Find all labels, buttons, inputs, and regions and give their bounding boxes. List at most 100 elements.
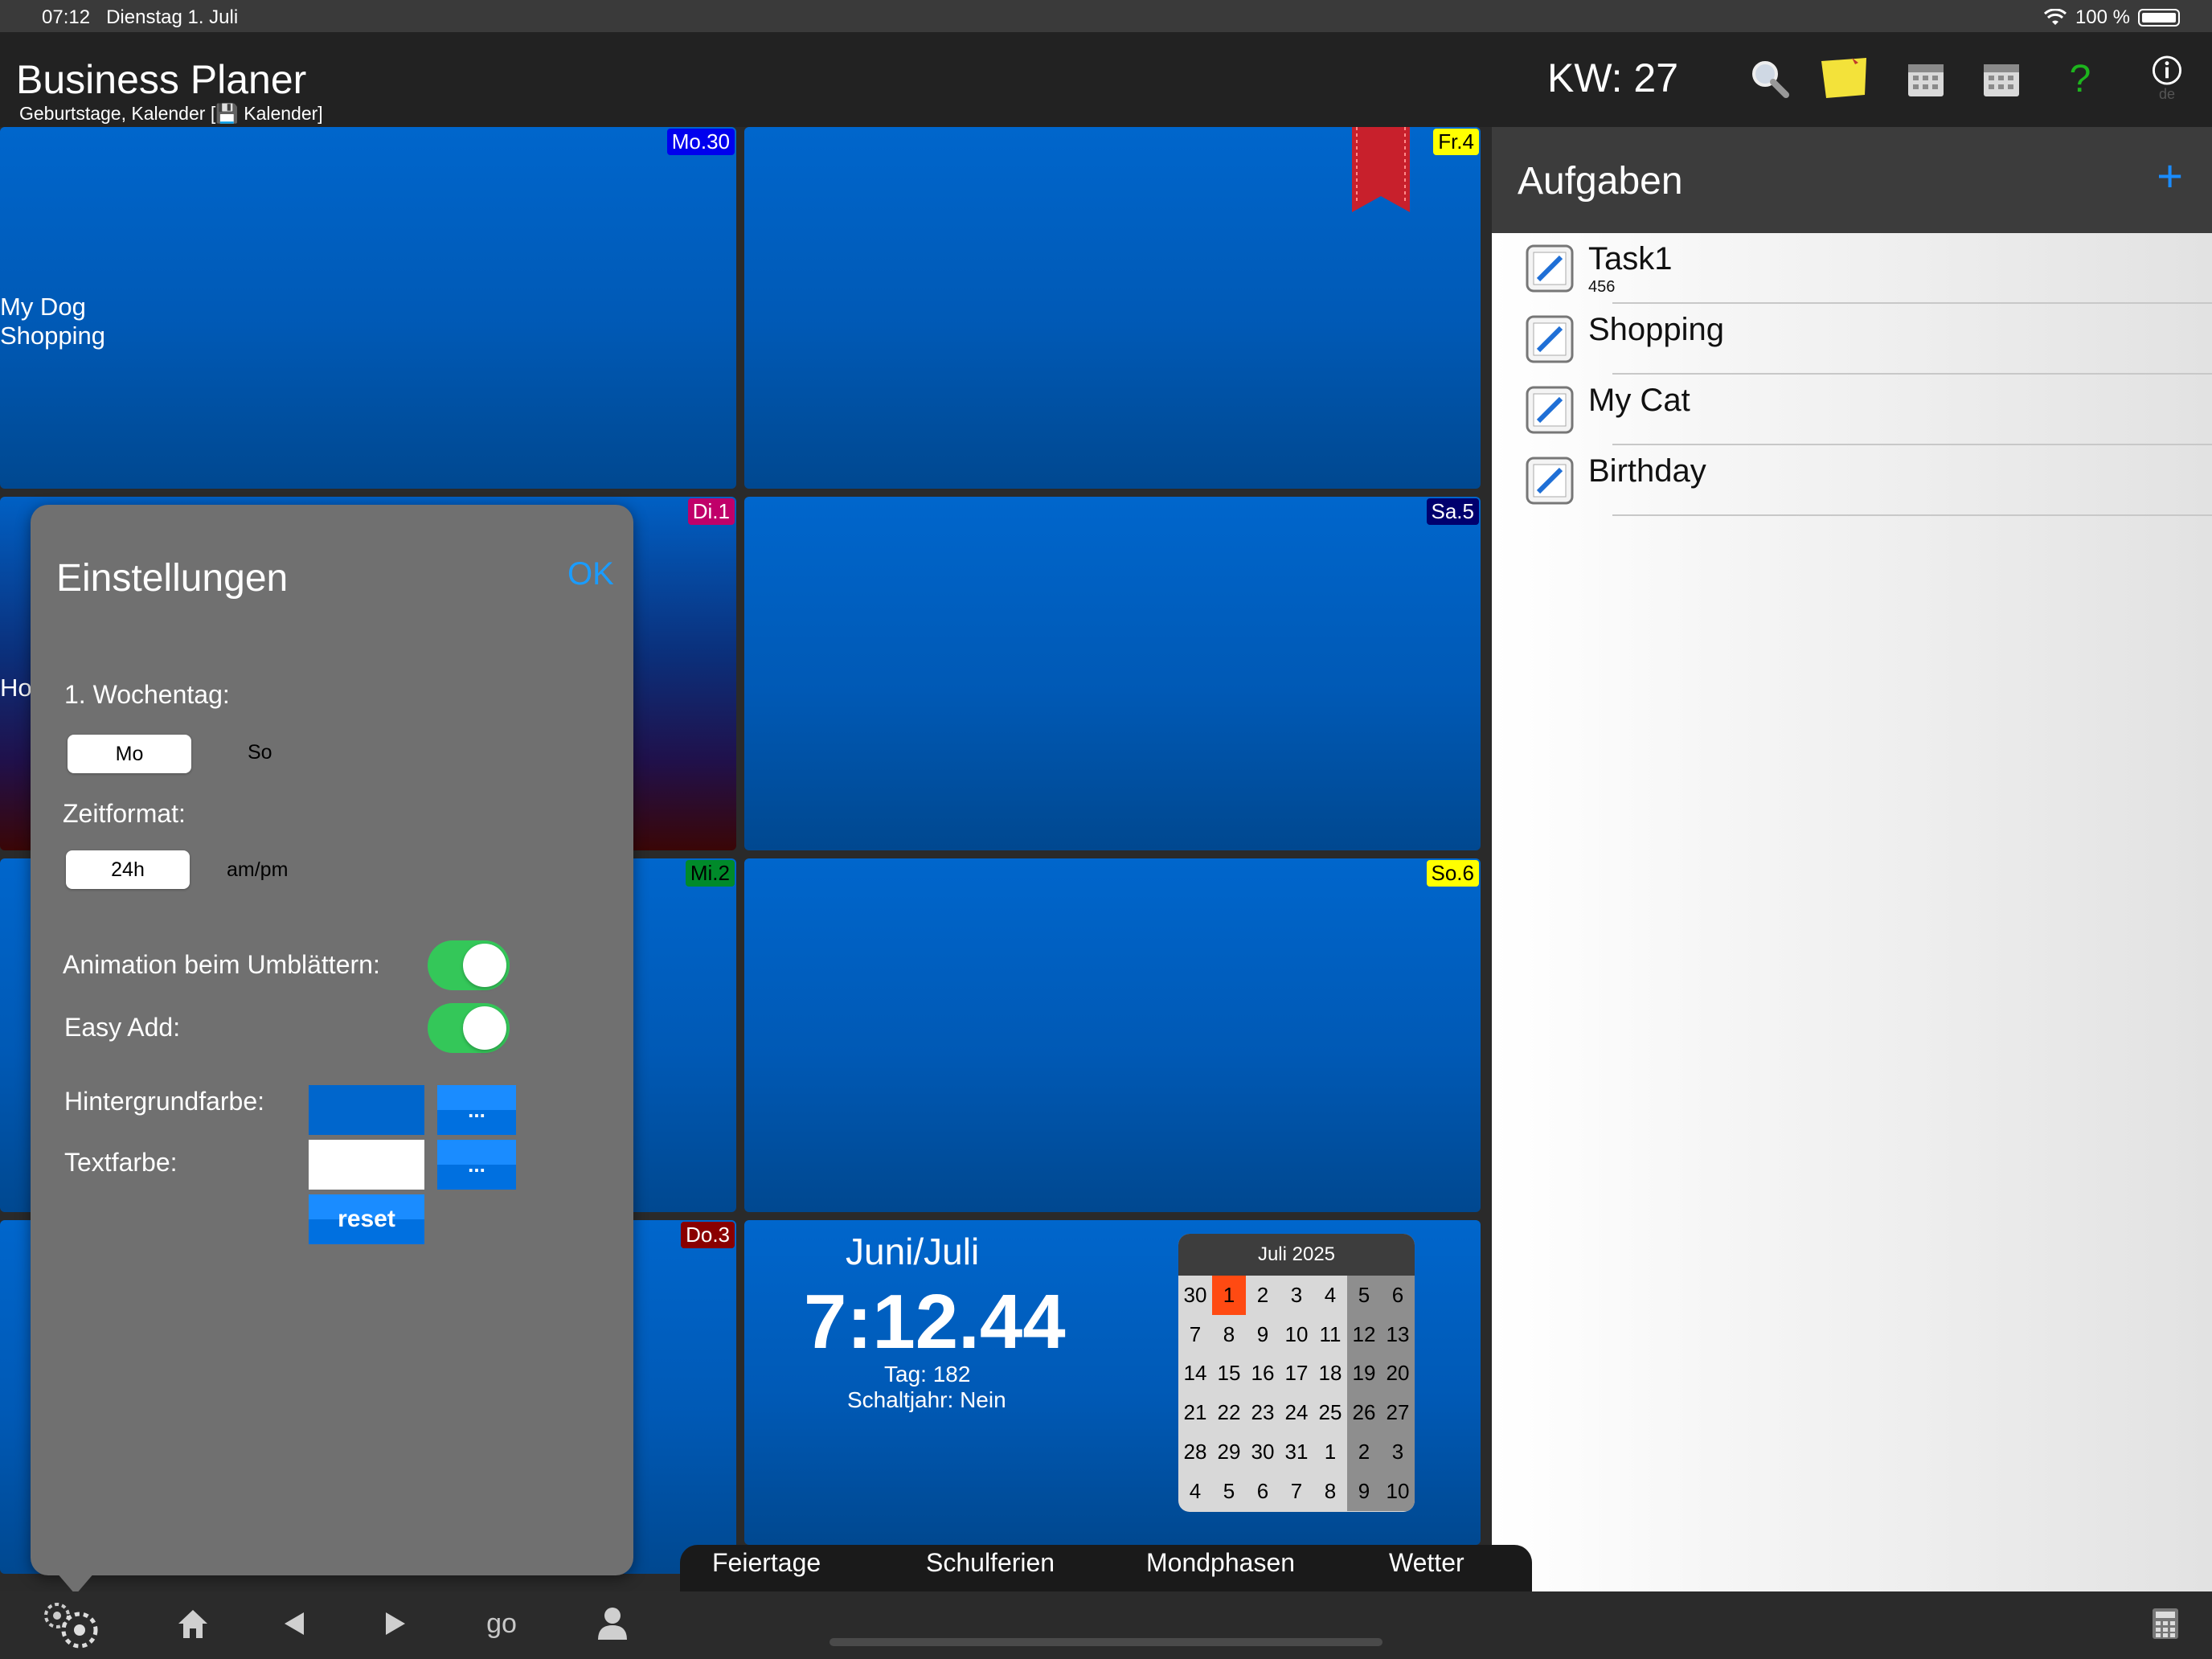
- day-tile-friday[interactable]: Fr.4: [744, 127, 1481, 489]
- mini-calendar-day[interactable]: 22: [1212, 1393, 1246, 1432]
- easy-add-label: Easy Add:: [64, 1013, 181, 1042]
- mini-calendar-day[interactable]: 10: [1381, 1471, 1415, 1511]
- day-tile-saturday[interactable]: Sa.5: [744, 497, 1481, 850]
- mini-calendar-day[interactable]: 18: [1313, 1354, 1347, 1394]
- mini-calendar-day[interactable]: 7: [1178, 1315, 1212, 1354]
- toggle-knob: [463, 944, 506, 987]
- mini-calendar-day[interactable]: 6: [1381, 1276, 1415, 1315]
- mini-calendar-day[interactable]: 27: [1381, 1393, 1415, 1433]
- add-task-button[interactable]: +: [2157, 150, 2183, 202]
- event-item[interactable]: Shopping: [0, 322, 105, 350]
- day-label: Di.1: [687, 498, 735, 525]
- task-item[interactable]: Birthday: [1492, 445, 2212, 516]
- mini-calendar-day[interactable]: 5: [1212, 1472, 1246, 1511]
- settings-popover: Einstellungen OK 1. Wochentag: Mo So Zei…: [31, 505, 633, 1575]
- mini-calendar-day[interactable]: 10: [1280, 1315, 1313, 1354]
- mini-calendar-day[interactable]: 29: [1212, 1432, 1246, 1472]
- task-item[interactable]: Shopping: [1492, 304, 2212, 375]
- task-item[interactable]: My Cat: [1492, 375, 2212, 445]
- mini-calendar-day[interactable]: 3: [1381, 1432, 1415, 1472]
- mini-calendar-day[interactable]: 20: [1381, 1354, 1415, 1394]
- mini-calendar-day[interactable]: 28: [1178, 1432, 1212, 1472]
- mini-calendar-day[interactable]: 30: [1178, 1276, 1212, 1315]
- mini-calendar-day[interactable]: 8: [1212, 1315, 1246, 1354]
- mini-calendar-day[interactable]: 13: [1381, 1314, 1415, 1354]
- event-item[interactable]: My Dog: [0, 293, 86, 322]
- mini-calendar-day[interactable]: 17: [1280, 1354, 1313, 1394]
- nav-bar: Business Planer Geburtstage, Kalender [💾…: [0, 32, 2212, 127]
- mini-calendar-day[interactable]: 4: [1313, 1276, 1347, 1315]
- mini-calendar-day[interactable]: 5: [1347, 1276, 1381, 1315]
- text-color-label: Textfarbe:: [64, 1148, 178, 1177]
- mini-calendar[interactable]: Juli 2025 30 1 2 3 4 5 6 7 8 9 10 11 12 13 14 15 16 17 18 1…: [1178, 1234, 1415, 1512]
- task-label: Shopping: [1588, 312, 1725, 347]
- help-icon[interactable]: ?: [2056, 55, 2104, 103]
- mini-calendar-day[interactable]: 9: [1347, 1471, 1381, 1511]
- mini-calendar-day[interactable]: 1: [1212, 1276, 1246, 1315]
- tasks-panel: Aufgaben + Task1 456 Shopping My Cat Bir…: [1492, 127, 2212, 1591]
- settings-gears-icon[interactable]: [35, 1600, 108, 1649]
- animation-toggle[interactable]: [428, 940, 510, 990]
- tab-wetter[interactable]: Wetter: [1389, 1548, 1464, 1578]
- clock-time: 7:12.44: [804, 1279, 1066, 1365]
- mini-calendar-day[interactable]: 7: [1280, 1472, 1313, 1511]
- day-tile-sunday[interactable]: So.6: [744, 858, 1481, 1212]
- mini-calendar-day[interactable]: 2: [1246, 1276, 1280, 1315]
- mini-calendar-day[interactable]: 15: [1212, 1354, 1246, 1394]
- reset-colors-button[interactable]: reset: [309, 1194, 424, 1244]
- info-icon[interactable]: de: [2143, 55, 2191, 103]
- calculator-icon[interactable]: [2143, 1600, 2188, 1648]
- mini-calendar-day[interactable]: 8: [1313, 1472, 1347, 1511]
- mini-calendar-day[interactable]: 14: [1178, 1354, 1212, 1394]
- day-tile-monday[interactable]: Mo.30 My Dog Shopping: [0, 127, 736, 489]
- home-icon[interactable]: [170, 1600, 215, 1648]
- tab-mondphasen[interactable]: Mondphasen: [1146, 1548, 1295, 1578]
- mini-calendar-day[interactable]: 6: [1246, 1472, 1280, 1511]
- mini-calendar-day[interactable]: 9: [1246, 1315, 1280, 1354]
- timeformat-ampm-option[interactable]: am/pm: [227, 858, 288, 882]
- text-color-picker-button[interactable]: ...: [437, 1140, 516, 1190]
- next-icon[interactable]: [373, 1600, 418, 1648]
- tab-feiertage[interactable]: Feiertage: [712, 1548, 821, 1578]
- mini-calendar-day[interactable]: 23: [1246, 1393, 1280, 1432]
- divider: [1612, 514, 2212, 516]
- task-item[interactable]: Task1 456: [1492, 233, 2212, 304]
- bottom-tabs: Feiertage Schulferien Mondphasen Wetter: [680, 1545, 1532, 1591]
- mini-calendar-day[interactable]: 11: [1313, 1315, 1347, 1354]
- background-color-swatch[interactable]: [309, 1085, 424, 1135]
- week-number[interactable]: KW: 27: [1547, 55, 1678, 101]
- background-color-picker-button[interactable]: ...: [437, 1085, 516, 1135]
- mini-calendar-day[interactable]: 1: [1313, 1432, 1347, 1472]
- calendar-icon[interactable]: [1902, 55, 1950, 103]
- mini-calendar-day[interactable]: 25: [1313, 1393, 1347, 1432]
- person-icon[interactable]: [590, 1600, 635, 1648]
- mini-calendar-day[interactable]: 16: [1246, 1354, 1280, 1394]
- mini-calendar-day[interactable]: 3: [1280, 1276, 1313, 1315]
- weekday-so-option[interactable]: So: [248, 741, 272, 764]
- go-button[interactable]: go: [477, 1600, 526, 1648]
- ok-button[interactable]: OK: [567, 556, 614, 592]
- easy-add-toggle[interactable]: [428, 1003, 510, 1053]
- mini-calendar-day[interactable]: 26: [1347, 1393, 1381, 1433]
- text-color-swatch[interactable]: [309, 1140, 424, 1190]
- timeformat-24h-option[interactable]: 24h: [66, 850, 190, 889]
- mini-calendar-day[interactable]: 4: [1178, 1472, 1212, 1511]
- calendar-icon[interactable]: [1977, 55, 2026, 103]
- mini-calendar-day[interactable]: 12: [1347, 1314, 1381, 1354]
- tab-schulferien[interactable]: Schulferien: [926, 1548, 1055, 1578]
- calendar-source-subtitle[interactable]: Geburtstage, Kalender [💾 Kalender]: [19, 103, 323, 125]
- mini-calendar-day[interactable]: 2: [1347, 1432, 1381, 1472]
- mini-calendar-day[interactable]: 19: [1347, 1354, 1381, 1394]
- bookmark-ribbon-icon: [1352, 127, 1410, 212]
- day-label: Mo.30: [666, 129, 735, 155]
- sticky-note-icon[interactable]: [1820, 55, 1868, 103]
- search-icon[interactable]: [1746, 55, 1794, 103]
- event-item[interactable]: Ho: [0, 674, 32, 703]
- mini-calendar-day[interactable]: 24: [1280, 1393, 1313, 1432]
- day-of-year: Tag: 182: [884, 1362, 971, 1387]
- previous-icon[interactable]: [272, 1600, 317, 1648]
- mini-calendar-day[interactable]: 30: [1246, 1432, 1280, 1472]
- weekday-mo-option[interactable]: Mo: [68, 735, 191, 773]
- mini-calendar-day[interactable]: 21: [1178, 1393, 1212, 1432]
- mini-calendar-day[interactable]: 31: [1280, 1432, 1313, 1472]
